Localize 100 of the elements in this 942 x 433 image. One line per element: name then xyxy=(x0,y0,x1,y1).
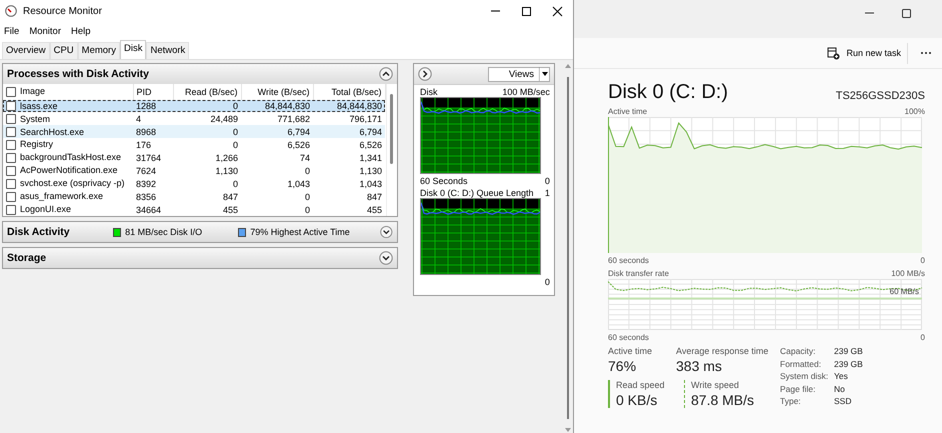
tab[interactable]: CPU xyxy=(50,42,78,59)
expand-right-icon[interactable] xyxy=(418,67,432,81)
checkbox[interactable] xyxy=(6,114,16,124)
column-header[interactable]: Image xyxy=(20,86,46,96)
collapse-icon[interactable] xyxy=(379,67,393,81)
checkbox[interactable] xyxy=(6,87,16,98)
property-value: SSD xyxy=(834,396,852,408)
column-header[interactable]: Write (B/sec) xyxy=(258,86,310,97)
views-button[interactable]: Views xyxy=(488,66,550,82)
chart-max-label: 100 MB/s xyxy=(891,269,925,278)
table-cell: 796,171 xyxy=(349,114,382,124)
section-title: Storage xyxy=(7,252,48,264)
table-cell: 6,794 xyxy=(359,126,382,137)
menu-item[interactable]: Monitor xyxy=(29,26,61,36)
menu-item[interactable]: Help xyxy=(71,26,91,36)
property-label: System disk: xyxy=(780,371,830,383)
column-header[interactable]: Total (B/sec) xyxy=(331,86,382,97)
table-cell: 455 xyxy=(222,204,238,214)
chart-label: Disk transfer rate xyxy=(608,269,669,278)
dropdown-icon xyxy=(538,67,549,81)
checkbox[interactable] xyxy=(6,101,16,112)
expand-icon[interactable] xyxy=(379,251,393,265)
property-label: Type: xyxy=(780,396,802,408)
checkbox[interactable] xyxy=(6,192,16,202)
table-cell: 8968 xyxy=(136,126,156,137)
property-value: No xyxy=(834,384,846,396)
table-cell: 84,844,830 xyxy=(264,100,310,111)
stat-label: Read speed xyxy=(616,380,666,390)
property-label: Formatted: xyxy=(780,358,822,370)
checkbox[interactable] xyxy=(6,204,16,215)
table-cell: System xyxy=(20,114,50,124)
section-header[interactable]: Disk Activity 81 MB/sec Disk I/O 79% Highest Active Time xyxy=(2,221,398,243)
table-cell: 0 xyxy=(304,204,310,214)
legend-label: 79% Highest Active Time xyxy=(250,227,350,237)
checkbox[interactable] xyxy=(6,127,16,138)
column-header[interactable]: Read (B/sec) xyxy=(184,86,238,97)
menu-item[interactable]: File xyxy=(4,26,20,36)
property-value: 239 GB xyxy=(834,358,863,370)
tab[interactable]: Overview xyxy=(2,42,50,59)
table-cell: 0 xyxy=(304,166,310,176)
table-cell: 8356 xyxy=(136,192,156,202)
checkbox[interactable] xyxy=(6,178,16,189)
window-title: Resource Monitor xyxy=(23,6,103,16)
table-cell: 1,130 xyxy=(359,166,382,176)
stat-label: Average response time xyxy=(676,346,770,356)
tab[interactable]: Disk xyxy=(120,40,146,59)
checkbox[interactable] xyxy=(6,166,16,176)
scale-label: 60 MB/s xyxy=(890,287,919,296)
graph-time-label: 60 Seconds xyxy=(420,176,468,186)
tab[interactable]: Network xyxy=(146,42,190,59)
stat-value: 87.8 MB/s xyxy=(691,392,756,408)
table-cell: 847 xyxy=(366,192,382,202)
table-cell: 1,266 xyxy=(215,152,238,163)
chart-time-label: 60 seconds xyxy=(608,333,649,342)
table-cell: 6,526 xyxy=(359,140,382,150)
disk-model: TS256GSSD230S xyxy=(836,90,925,102)
expand-icon[interactable] xyxy=(380,225,393,239)
run-new-task-button[interactable]: Run new task xyxy=(821,42,908,64)
table-cell: 74 xyxy=(300,152,310,163)
property-label: Capacity: xyxy=(780,346,816,358)
graph-title: Disk 0 (C: D:) Queue Length xyxy=(420,188,534,198)
checkbox[interactable] xyxy=(6,140,16,150)
chart-label: Active time xyxy=(608,107,648,116)
table-cell: backgroundTaskHost.exe xyxy=(20,152,122,162)
stat-value: 76% xyxy=(608,358,638,374)
tab[interactable]: Memory xyxy=(78,42,120,59)
table-cell: 1,341 xyxy=(359,152,382,163)
table-cell: 0 xyxy=(232,100,238,111)
maximize-icon[interactable] xyxy=(901,8,912,19)
more-icon[interactable] xyxy=(920,51,932,55)
chart-max-label: 100% xyxy=(904,107,925,116)
section-header[interactable]: Storage xyxy=(2,247,398,269)
app-icon xyxy=(5,5,17,17)
table-cell: 771,682 xyxy=(277,114,310,124)
table-cell: 176 xyxy=(136,140,152,150)
table-cell: 31764 xyxy=(136,152,162,163)
close-icon[interactable] xyxy=(552,6,563,16)
graph-title: Disk xyxy=(420,86,438,96)
graph-min-label: 0 xyxy=(544,176,550,186)
table-cell: 24,489 xyxy=(210,114,238,124)
table-cell: 1,043 xyxy=(359,178,382,189)
table-cell: 8392 xyxy=(136,178,156,189)
table-cell: 4 xyxy=(136,114,142,124)
stat-value: 383 ms xyxy=(676,358,723,374)
table-cell: asus_framework.exe xyxy=(20,191,104,202)
column-header[interactable]: PID xyxy=(136,86,152,97)
graph-max-label: 100 MB/sec xyxy=(502,86,550,96)
checkbox[interactable] xyxy=(6,153,16,164)
stat-label: Write speed xyxy=(691,380,740,390)
table-cell: 6,794 xyxy=(287,126,310,137)
maximize-icon[interactable] xyxy=(521,6,532,16)
property-value: Yes xyxy=(834,371,849,383)
table-cell: 0 xyxy=(232,140,238,150)
section-title: Processes with Disk Activity xyxy=(7,68,150,80)
table-cell: LogonUI.exe xyxy=(20,204,72,214)
legend-label: 81 MB/sec Disk I/O xyxy=(125,227,202,237)
section-title: Disk Activity xyxy=(7,226,71,238)
table-cell: SearchHost.exe xyxy=(20,126,84,137)
graph-min-label: 0 xyxy=(544,276,550,286)
table-cell: lsass.exe xyxy=(20,100,58,111)
